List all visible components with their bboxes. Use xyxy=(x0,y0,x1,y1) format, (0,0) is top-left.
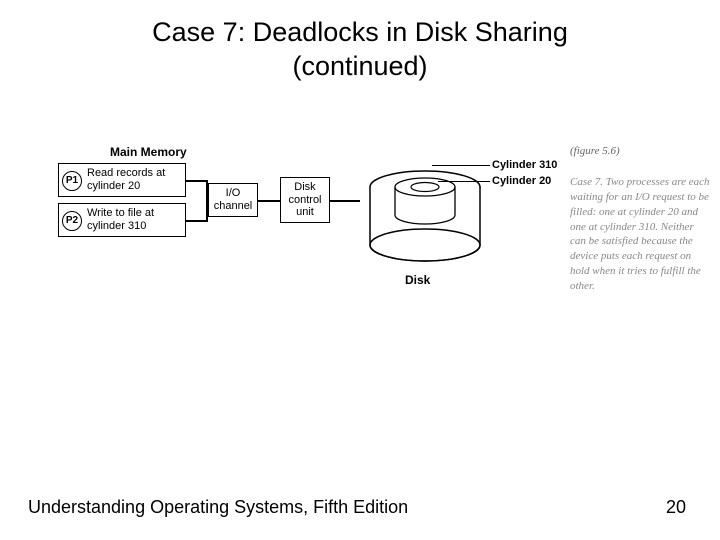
footer-page-number: 20 xyxy=(666,497,686,518)
process-p1-box: P1 Read records at cylinder 20 xyxy=(58,163,186,197)
io-channel-text: I/O channel xyxy=(214,187,253,212)
process-p2-box: P2 Write to file at cylinder 310 xyxy=(58,203,186,237)
connector-line xyxy=(330,200,360,202)
figure-diagram: Main Memory P1 Read records at cylinder … xyxy=(40,145,680,375)
figure-reference: (figure 5.6) xyxy=(570,145,620,157)
cylinder-310-label: Cylinder 310 xyxy=(492,159,557,171)
p1-text: Read records at cylinder 20 xyxy=(87,167,165,192)
connector-line xyxy=(186,220,208,222)
cylinder-pointer-line xyxy=(432,165,490,166)
slide-title: Case 7: Deadlocks in Disk Sharing (conti… xyxy=(0,0,720,84)
cylinder-pointer-line xyxy=(438,181,490,182)
footer-book-title: Understanding Operating Systems, Fifth E… xyxy=(28,497,408,518)
cylinder-20-label: Cylinder 20 xyxy=(492,175,551,187)
p2-text: Write to file at cylinder 310 xyxy=(87,207,154,232)
main-memory-label: Main Memory xyxy=(110,145,187,159)
dcu-text: Disk control unit xyxy=(288,181,321,218)
disk-control-unit-box: Disk control unit xyxy=(280,177,330,223)
title-line1: Case 7: Deadlocks in Disk Sharing xyxy=(152,17,568,47)
p1-circle: P1 xyxy=(62,171,82,191)
p2-circle: P2 xyxy=(62,211,82,231)
connector-line xyxy=(186,180,208,182)
io-channel-box: I/O channel xyxy=(208,183,258,217)
disk-label: Disk xyxy=(405,273,430,287)
title-line2: (continued) xyxy=(292,51,427,81)
figure-caption: Case 7. Two processes are each waiting f… xyxy=(570,175,710,294)
connector-line xyxy=(258,200,280,202)
